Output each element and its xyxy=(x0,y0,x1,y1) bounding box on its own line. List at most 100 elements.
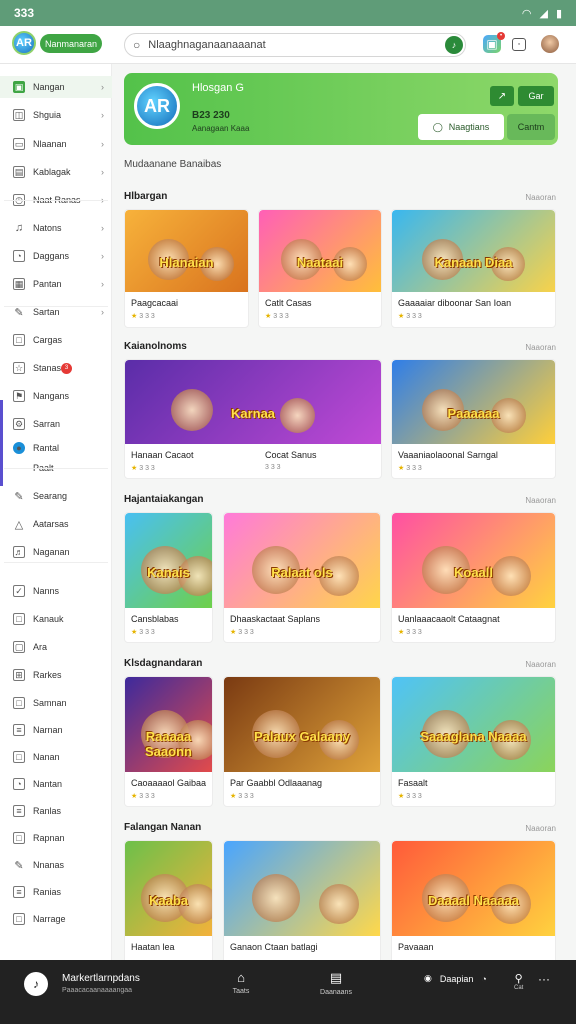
video-card[interactable]: Daaaal Naaaaa Pavaaan xyxy=(391,840,556,971)
video-title[interactable]: Gaaaaiar diboonar San Ioan xyxy=(398,298,511,308)
video-thumbnail[interactable]: Kanais xyxy=(125,513,212,608)
video-title[interactable]: Fasaalt xyxy=(398,778,428,788)
sidebar-item-nangans[interactable]: ⚑ Nangans xyxy=(0,385,112,407)
globe-icon: ● xyxy=(13,442,25,454)
video-title[interactable]: Hanaan Cacaot xyxy=(131,450,194,460)
now-playing-title[interactable]: Markertlarnpdans xyxy=(62,973,140,984)
follow-button[interactable]: ◯ Naagtians xyxy=(418,114,504,140)
video-thumbnail[interactable]: Karnaa xyxy=(125,360,381,444)
video-card[interactable]: Saaaglana Naaaa Fasaalt ★ 3 3 3 xyxy=(391,676,556,807)
sidebar-item-samnan[interactable]: □ Samnan xyxy=(0,692,112,714)
sidebar-item-cargas[interactable]: □ Cargas xyxy=(0,329,112,351)
video-title[interactable]: Cansblabas xyxy=(131,614,179,624)
video-card[interactable]: Koaall Uanlaaacaaolt Cataagnat ★ 3 3 3 xyxy=(391,512,556,643)
video-thumbnail[interactable]: Daaaal Naaaaa xyxy=(392,841,555,936)
video-title[interactable]: Paagcacaai xyxy=(131,298,178,308)
video-thumbnail[interactable]: Kanaan Diaa xyxy=(392,210,555,292)
tab-home[interactable]: ⌂ Taats xyxy=(221,970,261,995)
see-all-link[interactable]: Naaoran xyxy=(525,660,556,669)
video-thumbnail[interactable] xyxy=(224,841,380,936)
video-card[interactable]: Kanaan Diaa Gaaaaiar diboonar San Ioan ★ 3… xyxy=(391,209,556,328)
sidebar-item-ara[interactable]: ▢ Ara xyxy=(0,636,112,658)
video-card[interactable]: Kaaba Haatan lea xyxy=(124,840,213,971)
sidebar-item-rarkes[interactable]: ⊞ Rarkes xyxy=(0,664,112,686)
app-logo[interactable]: AR xyxy=(12,31,36,55)
sidebar-item-shguia[interactable]: ◫ Shguia › xyxy=(0,104,112,126)
sidebar-item-narnan[interactable]: ≡ Narnan xyxy=(0,719,112,741)
video-title[interactable]: Par Gaabbl Odlaaanag xyxy=(230,778,322,788)
video-title[interactable]: Haatan lea xyxy=(131,942,175,952)
sidebar-item-rantal[interactable]: ● Rantal xyxy=(0,437,112,459)
search-input[interactable]: ○ Nlaaghnaganaanaaanat ♪ xyxy=(124,33,466,57)
see-all-link[interactable]: Naaoran xyxy=(525,496,556,505)
video-thumbnail[interactable]: Hlanaian xyxy=(125,210,248,292)
sidebar-item-label: Nnanas xyxy=(33,860,65,870)
sidebar-item-daggans[interactable]: ◔ Daggans › xyxy=(0,245,112,267)
more-icon[interactable]: ··· xyxy=(538,972,550,986)
sidebar-item-narrage[interactable]: □ Narrage xyxy=(0,908,112,930)
location-icon: ◉ xyxy=(424,973,432,983)
video-title[interactable]: Catlt Casas xyxy=(265,298,312,308)
cast-button[interactable]: ⚲ Cat xyxy=(514,972,523,991)
video-card[interactable]: Naataai Catlt Casas ★ 3 3 3 xyxy=(258,209,382,328)
video-title[interactable]: Dhaaskactaat Saplans xyxy=(230,614,320,624)
avatar[interactable] xyxy=(541,35,559,53)
sidebar-item-nanns[interactable]: ✓ Nanns xyxy=(0,580,112,602)
video-thumbnail[interactable]: Kaaba xyxy=(125,841,212,936)
sidebar-item-nangan[interactable]: ▣ Nangan › xyxy=(0,76,112,98)
video-thumbnail[interactable]: Saaaglana Naaaa xyxy=(392,677,555,772)
hero-action-button[interactable]: Gar xyxy=(518,86,554,106)
sidebar-item-nnanas[interactable]: ✎ Nnanas xyxy=(0,854,112,876)
bottom-right-group[interactable]: ◉ Daapian ◔ xyxy=(424,973,487,984)
sidebar-item-ranias[interactable]: ≡ Ranias xyxy=(0,881,112,903)
sidebar-item-sarran[interactable]: ⚙ Sarran xyxy=(0,413,112,435)
video-card[interactable]: Hlanaian Paagcacaai ★ 3 3 3 xyxy=(124,209,249,328)
video-title[interactable]: Cocat Sanus xyxy=(265,450,317,460)
sidebar-item-pantan[interactable]: ▦ Pantan › xyxy=(0,273,112,295)
sidebar-item-ranlas[interactable]: ≡ Ranlas xyxy=(0,800,112,822)
join-button[interactable]: Cantm xyxy=(507,114,555,140)
sidebar-item-nantan[interactable]: ◔ Nantan xyxy=(0,773,112,795)
sidebar-item-sartan[interactable]: ✎ Sartan › xyxy=(0,301,112,323)
video-meta-row: ★ 3 3 3 xyxy=(265,312,289,320)
brand-button[interactable]: Nanmanaran xyxy=(40,34,102,53)
tab-library[interactable]: ▤ Daanaans xyxy=(316,970,356,996)
video-thumbnail[interactable]: Paaaaaa xyxy=(392,360,555,444)
video-title[interactable]: Uanlaaacaaolt Cataagnat xyxy=(398,614,500,624)
see-all-link[interactable]: Naaoran xyxy=(525,824,556,833)
video-thumbnail[interactable]: Naataai xyxy=(259,210,381,292)
mic-icon[interactable]: ♪ xyxy=(445,36,463,54)
sidebar-item-kanauk[interactable]: □ Kanauk xyxy=(0,608,112,630)
sidebar-item-aatarsas[interactable]: △ Aatarsas xyxy=(0,513,112,535)
video-card[interactable]: Karnaa Hanaan Cacaot Cocat Sanus 3 3 3 ★ 3 3… xyxy=(124,359,382,479)
gift-icon[interactable]: ▣ • xyxy=(483,32,505,53)
sidebar-item-stanas[interactable]: ☆ Stanas 3 xyxy=(0,357,112,379)
sidebar-item-rapnan[interactable]: □ Rapnan xyxy=(0,827,112,849)
video-thumbnail[interactable]: Koaall xyxy=(392,513,555,608)
see-all-link[interactable]: Naaoran xyxy=(525,343,556,352)
share-button[interactable]: ↗ xyxy=(490,86,514,106)
sidebar-item-naganan[interactable]: ♬ Naganan xyxy=(0,541,112,563)
video-card[interactable]: Kanais Cansblabas ★ 3 3 3 xyxy=(124,512,213,643)
video-title[interactable]: Pavaaan xyxy=(398,942,434,952)
section-title: Falangan Nanan xyxy=(124,822,202,833)
video-card[interactable]: Ganaon Ctaan batlagi xyxy=(223,840,381,971)
video-thumbnail[interactable]: Raaaaa Saaonn xyxy=(125,677,212,772)
see-all-link[interactable]: Naaoran xyxy=(525,193,556,202)
music-app-icon[interactable]: ♪ xyxy=(24,972,48,996)
video-card[interactable]: Ralaat ols Dhaaskactaat Saplans ★ 3 3 3 xyxy=(223,512,381,643)
video-card[interactable]: Palaux Galaany Par Gaabbl Odlaaanag ★ 3 3 … xyxy=(223,676,381,807)
sidebar-item-nanan[interactable]: □ Nanan xyxy=(0,746,112,768)
video-thumbnail[interactable]: Palaux Galaany xyxy=(224,677,380,772)
video-card[interactable]: Paaaaaa Vaaaniaolaoonal Sarngal ★ 3 3 3 xyxy=(391,359,556,479)
sidebar-item-nlaanan[interactable]: ▭ Nlaanan › xyxy=(0,133,112,155)
sidebar-item-searang[interactable]: ✎ Searang xyxy=(0,485,112,507)
sidebar-item-natons[interactable]: ♫ Natons › xyxy=(0,217,112,239)
cast-icon[interactable]: ▫ xyxy=(512,38,526,51)
video-card[interactable]: Raaaaa Saaonn Caoaaaaol Gaibaa ★ 3 3 3 xyxy=(124,676,213,807)
sidebar-item-kablagak[interactable]: ▤ Kablagak › xyxy=(0,161,112,183)
video-title[interactable]: Caoaaaaol Gaibaa xyxy=(131,778,206,788)
video-title[interactable]: Ganaon Ctaan batlagi xyxy=(230,942,318,952)
video-thumbnail[interactable]: Ralaat ols xyxy=(224,513,380,608)
video-title[interactable]: Vaaaniaolaoonal Sarngal xyxy=(398,450,498,460)
